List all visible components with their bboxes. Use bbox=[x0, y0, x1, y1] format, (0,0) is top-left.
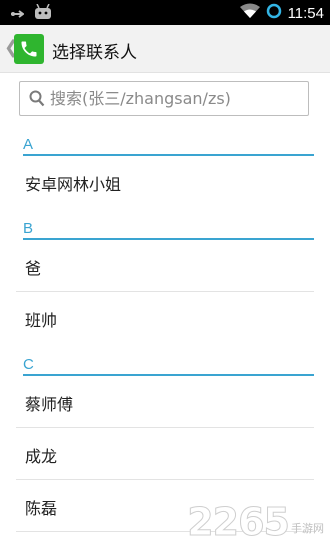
contact-item[interactable]: 蔡师傅 bbox=[16, 376, 314, 428]
contact-item[interactable]: 成龙 bbox=[16, 428, 314, 480]
search-input[interactable] bbox=[50, 82, 300, 115]
sync-icon bbox=[266, 3, 282, 23]
status-bar: 11:54 bbox=[0, 0, 330, 25]
section-letter: A bbox=[23, 136, 34, 153]
watermark-text: 手游网 bbox=[291, 522, 324, 535]
section-letter: B bbox=[23, 220, 34, 237]
contact-name: 班帅 bbox=[25, 311, 58, 330]
contact-name: 陈磊 bbox=[25, 499, 58, 518]
contact-name: 成龙 bbox=[25, 447, 58, 466]
action-bar: ❮ 选择联系人 bbox=[0, 25, 330, 73]
contact-name: 爸 bbox=[25, 259, 42, 278]
section-letter: C bbox=[23, 356, 34, 373]
contact-item[interactable]: 爸 bbox=[16, 240, 314, 292]
page-title: 选择联系人 bbox=[52, 43, 137, 63]
phone-icon[interactable] bbox=[14, 34, 44, 64]
section-header-c: C bbox=[23, 344, 314, 376]
usb-icon bbox=[10, 5, 25, 24]
watermark-digits: 2265 bbox=[187, 500, 291, 545]
android-icon bbox=[34, 3, 52, 24]
contact-item[interactable]: 班帅 bbox=[16, 292, 314, 344]
contact-name: 安卓网林小姐 bbox=[25, 175, 122, 194]
watermark-logo: 2265 手游网 bbox=[187, 500, 324, 545]
search-icon bbox=[29, 90, 45, 111]
contact-item[interactable]: 安卓网林小姐 bbox=[16, 156, 314, 208]
search-box[interactable] bbox=[19, 81, 309, 116]
clock: 11:54 bbox=[287, 4, 324, 22]
contact-list: A 安卓网林小姐 B 爸 班帅 C 蔡师傅 成龙 陈磊 bbox=[0, 124, 330, 532]
section-header-a: A bbox=[23, 124, 314, 156]
section-header-b: B bbox=[23, 208, 314, 240]
wifi-icon bbox=[239, 3, 260, 23]
contact-name: 蔡师傅 bbox=[25, 395, 74, 414]
